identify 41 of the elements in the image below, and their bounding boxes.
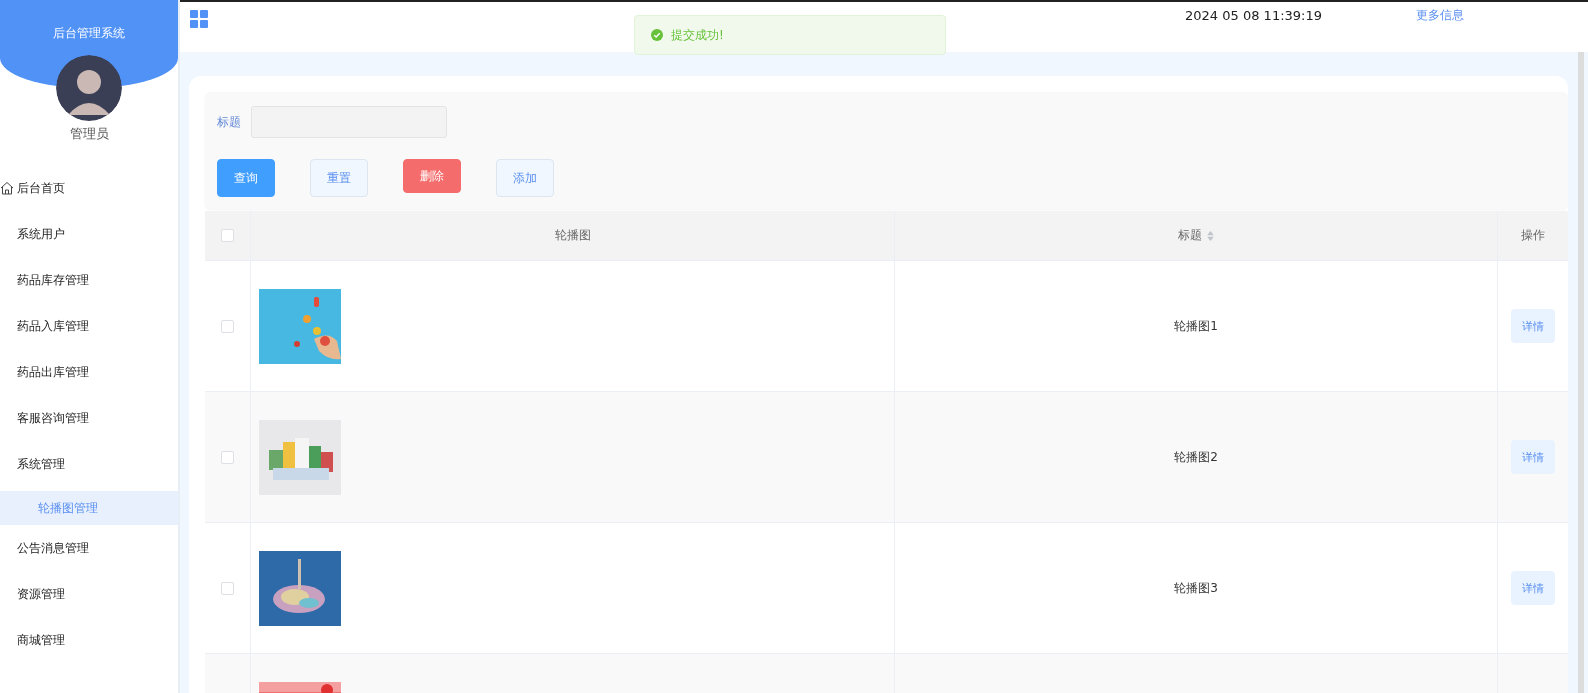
table-cell: 轮播图2	[1174, 448, 1218, 466]
menu-icon[interactable]	[190, 10, 208, 28]
datetime: 2024 05 08 11:39:19	[1185, 7, 1322, 23]
field-label: 标题	[217, 113, 241, 131]
column-header: 操作	[1521, 227, 1545, 244]
menu-label: 系统用户	[17, 225, 65, 243]
menu-label: 药品库存管理	[17, 271, 89, 289]
menu-label: 药品入库管理	[17, 317, 89, 335]
sort-icon[interactable]	[1207, 230, 1214, 241]
menu-item[interactable]: 资源管理	[0, 571, 178, 617]
table-cell: 轮播图1	[1174, 317, 1218, 335]
select-all-checkbox[interactable]	[221, 229, 234, 242]
menu-item[interactable]: 客服咨询管理	[0, 395, 178, 441]
menu-label: 药品出库管理	[17, 363, 89, 381]
menu-label: 商城管理	[17, 631, 65, 649]
row-checkbox[interactable]	[221, 581, 234, 595]
home-icon	[0, 181, 14, 195]
app-title: 后台管理系统	[53, 25, 125, 42]
menu-item[interactable]: 系统用户	[0, 211, 178, 257]
toast-message: 提交成功!	[671, 26, 724, 44]
menu-item[interactable]: 公告消息管理	[0, 525, 178, 571]
check-circle-icon	[651, 29, 663, 41]
table-cell: 轮播图3	[1174, 579, 1218, 597]
column-header[interactable]: 标题	[1178, 227, 1202, 244]
menu-label: 公告消息管理	[17, 539, 89, 557]
column-header: 轮播图	[554, 227, 591, 244]
avatar-icon	[56, 55, 122, 121]
scrollbar[interactable]	[1578, 52, 1584, 693]
menu-item[interactable]: 后台首页	[0, 165, 178, 211]
menu-item[interactable]: 药品出库管理	[0, 349, 178, 395]
row-checkbox[interactable]	[221, 450, 234, 464]
menu-label: 后台首页	[17, 179, 65, 197]
menu-item[interactable]: 商城管理	[0, 617, 178, 663]
menu-label: 客服咨询管理	[17, 409, 89, 427]
menu-label: 系统管理	[17, 455, 65, 473]
menu-item[interactable]: 系统管理	[0, 441, 178, 487]
menu-item[interactable]: 药品库存管理	[0, 257, 178, 303]
user-name: 管理员	[69, 125, 109, 143]
menu-label: 资源管理	[17, 585, 65, 603]
row-checkbox[interactable]	[221, 319, 234, 333]
menu-item[interactable]: 药品入库管理	[0, 303, 178, 349]
